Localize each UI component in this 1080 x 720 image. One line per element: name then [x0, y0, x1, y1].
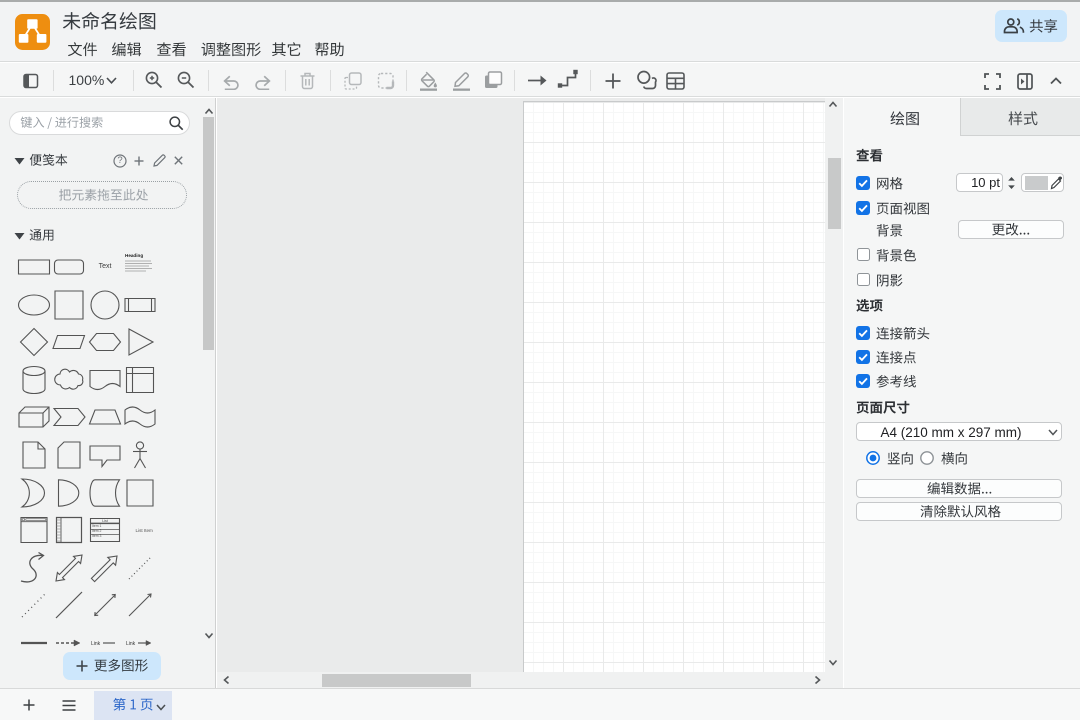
svg-text:Item 1: Item 1 [92, 524, 102, 528]
svg-text:Item 2: Item 2 [92, 529, 102, 533]
svg-text:Heading: Heading [125, 253, 143, 258]
svg-text:Link: Link [91, 641, 101, 647]
svg-text:List: List [102, 519, 108, 523]
svg-text:Item 3: Item 3 [92, 534, 102, 538]
svg-text:Link: Link [126, 641, 136, 647]
